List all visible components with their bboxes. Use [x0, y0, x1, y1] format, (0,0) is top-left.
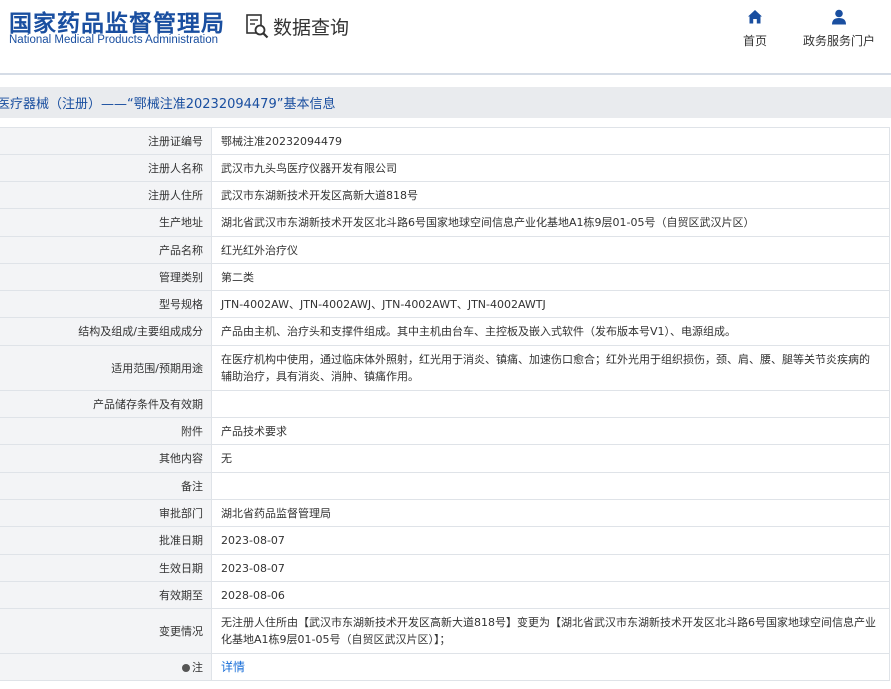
field-value: 鄂械注准20232094479	[211, 127, 890, 155]
field-value: JTN-4002AW、JTN-4002AWJ、JTN-4002AWT、JTN-4…	[211, 290, 890, 318]
field-value: 无注册人住所由【武汉市东湖新技术开发区高新大道818号】变更为【湖北省武汉市东湖…	[211, 608, 890, 654]
table-row: 型号规格 JTN-4002AW、JTN-4002AWJ、JTN-4002AWT、J…	[0, 290, 890, 318]
field-value: 湖北省武汉市东湖新技术开发区北斗路6号国家地球空间信息产业化基地A1栋9层01-…	[211, 208, 890, 237]
field-value: 2028-08-06	[211, 581, 890, 609]
field-value: 武汉市九头鸟医疗仪器开发有限公司	[211, 154, 890, 182]
table-row: 附件 产品技术要求	[0, 417, 890, 445]
field-label: 注册人住所	[0, 181, 212, 209]
field-value: 2023-08-07	[211, 554, 890, 582]
table-row: 注册人名称 武汉市九头鸟医疗仪器开发有限公司	[0, 154, 890, 182]
field-label: 生产地址	[0, 208, 212, 237]
field-label: 变更情况	[0, 608, 212, 654]
nav-service-portal[interactable]: 政务服务门户	[803, 8, 875, 49]
note-label: 注	[192, 660, 203, 674]
field-label: 产品储存条件及有效期	[0, 390, 212, 418]
field-label: 有效期至	[0, 581, 212, 609]
field-label: 附件	[0, 417, 212, 445]
table-row: 其他内容无	[0, 444, 890, 473]
field-label: 管理类别	[0, 263, 212, 291]
section-title-bar: 医疗器械（注册）——“鄂械注准20232094479”基本信息	[0, 87, 891, 118]
field-value: 无	[211, 444, 890, 473]
table-row: 结构及组成/主要组成成分 产品由主机、治疗头和支撑件组成。其中主机由台车、主控板及…	[0, 317, 890, 346]
table-row: 备注	[0, 472, 890, 500]
field-value: 产品技术要求	[211, 417, 890, 445]
data-query-label: 数据查询	[273, 16, 350, 39]
details-link[interactable]: 详情	[221, 660, 245, 674]
nav-home-label: 首页	[743, 34, 768, 48]
field-value: 2023-08-07	[211, 526, 890, 555]
field-label: 适用范围/预期用途	[0, 345, 212, 391]
field-label: 产品名称	[0, 236, 212, 264]
site-header: 国家药品监督管理局 National Medical Products Admi…	[0, 0, 891, 70]
user-icon	[832, 9, 846, 25]
table-row: 生效日期 2023-08-07	[0, 554, 890, 582]
table-row: 变更情况 无注册人住所由【武汉市东湖新技术开发区高新大道818号】变更为【湖北省武…	[0, 608, 890, 654]
field-value	[211, 390, 890, 418]
table-row: 产品名称 红光红外治疗仪	[0, 236, 890, 264]
site-logo-subtitle[interactable]: National Medical Products Administration	[9, 34, 218, 46]
field-value	[211, 472, 890, 500]
field-value: 红光红外治疗仪	[211, 236, 890, 264]
nav-service-portal-label: 政务服务门户	[803, 34, 876, 48]
table-row: 注册证编号 鄂械注准20232094479	[0, 127, 890, 155]
table-row: 生产地址 湖北省武汉市东湖新技术开发区北斗路6号国家地球空间信息产业化基地A1栋9…	[0, 208, 890, 237]
note-value-cell: 详情	[211, 653, 890, 681]
table-row: 管理类别 第二类	[0, 263, 890, 291]
field-label: 注册人名称	[0, 154, 212, 182]
field-label: 其他内容	[0, 444, 212, 473]
table-row: 产品储存条件及有效期	[0, 390, 890, 418]
table-row: 批准日期 2023-08-07	[0, 526, 890, 555]
home-icon	[748, 10, 762, 24]
document-search-icon	[246, 14, 269, 39]
field-label: 注册证编号	[0, 127, 212, 155]
field-label: 审批部门	[0, 499, 212, 527]
table-row: 有效期至 2028-08-06	[0, 581, 890, 609]
table-row: 审批部门 湖北省药品监督管理局	[0, 499, 890, 527]
note-label-cell: 注	[0, 653, 212, 681]
field-label: 批准日期	[0, 526, 212, 555]
table-row: 注册人住所 武汉市东湖新技术开发区高新大道818号	[0, 181, 890, 209]
field-label: 结构及组成/主要组成成分	[0, 317, 212, 346]
field-label: 备注	[0, 472, 212, 500]
registration-info-table: 注册证编号 鄂械注准20232094479 注册人名称 武汉市九头鸟医疗仪器开发有限公…	[0, 127, 890, 681]
nav-home[interactable]: 首页	[743, 8, 767, 49]
field-value: 在医疗机构中使用，通过临床体外照射，红光用于消炎、镇痛、加速伤口愈合；红外光用于…	[211, 345, 890, 391]
field-label: 型号规格	[0, 290, 212, 318]
lightbulb-icon	[182, 663, 190, 672]
field-value: 产品由主机、治疗头和支撑件组成。其中主机由台车、主控板及嵌入式软件（发布版本号V…	[211, 317, 890, 346]
field-label: 生效日期	[0, 554, 212, 582]
data-query-link[interactable]: 数据查询	[244, 12, 349, 40]
section-title: 医疗器械（注册）——“鄂械注准20232094479”基本信息	[0, 97, 336, 112]
field-value: 第二类	[211, 263, 890, 291]
table-row-note: 注 详情	[0, 653, 890, 681]
header-divider	[0, 73, 891, 75]
table-row: 适用范围/预期用途 在医疗机构中使用，通过临床体外照射，红光用于消炎、镇痛、加速伤…	[0, 345, 890, 391]
field-value: 武汉市东湖新技术开发区高新大道818号	[211, 181, 890, 209]
site-logo-title[interactable]: 国家药品监督管理局	[9, 4, 225, 38]
field-value: 湖北省药品监督管理局	[211, 499, 890, 527]
